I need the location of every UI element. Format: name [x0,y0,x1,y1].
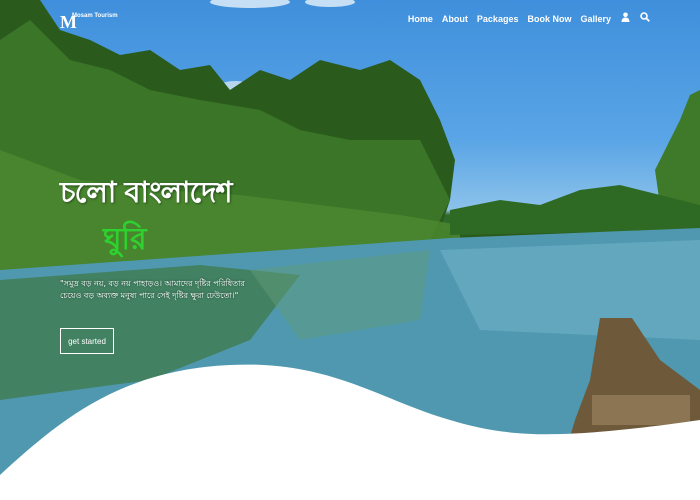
search-icon[interactable] [640,12,650,25]
hero-headline: চলো বাংলাদেশ [60,175,233,209]
bottom-wave [0,364,700,500]
hero-description: "সমুদ্র বড় নয়, বড় নয় পাহাড়ও। আমাদের… [60,279,245,300]
main-navigation: Home About Packages Book Now Gallery [399,12,650,25]
nav-gallery[interactable]: Gallery [580,14,611,24]
nav-packages[interactable]: Packages [477,14,519,24]
brand-logo-text: Mosam Tourism [72,13,118,19]
nav-home[interactable]: Home [408,14,433,24]
nav-about[interactable]: About [442,14,468,24]
hero-section: M Mosam Tourism Home About Packages Book… [0,0,700,500]
nav-book-now[interactable]: Book Now [527,14,571,24]
hero-subheadline: ঘুরি [103,222,147,257]
user-icon[interactable] [621,12,630,25]
get-started-button[interactable]: get started [60,328,114,354]
